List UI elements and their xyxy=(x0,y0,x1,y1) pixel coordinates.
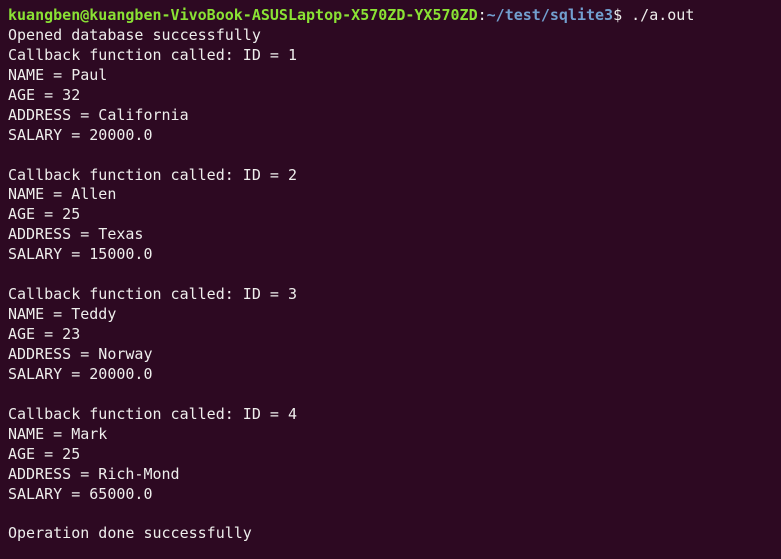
record-age: AGE = 25 xyxy=(8,205,773,225)
prompt-user-host: kuangben@kuangben-VivoBook-ASUSLaptop-X5… xyxy=(8,6,478,24)
record-header: Callback function called: ID = 1 xyxy=(8,46,773,66)
command-typed: ./a.out xyxy=(622,6,694,24)
record-name: NAME = Paul xyxy=(8,66,773,86)
blank-line xyxy=(8,504,773,524)
blank-line xyxy=(8,146,773,166)
record-address: ADDRESS = Norway xyxy=(8,345,773,365)
prompt-line: kuangben@kuangben-VivoBook-ASUSLaptop-X5… xyxy=(8,6,773,26)
blank-line xyxy=(8,265,773,285)
prompt-path: ~/test/sqlite3 xyxy=(487,6,613,24)
record-name: NAME = Mark xyxy=(8,425,773,445)
record-age: AGE = 23 xyxy=(8,325,773,345)
record-address: ADDRESS = Rich-Mond xyxy=(8,465,773,485)
record-salary: SALARY = 15000.0 xyxy=(8,245,773,265)
prompt-dollar: $ xyxy=(613,6,622,24)
record-age: AGE = 25 xyxy=(8,445,773,465)
output-done: Operation done successfully xyxy=(8,524,773,544)
blank-line xyxy=(8,385,773,405)
record-address: ADDRESS = California xyxy=(8,106,773,126)
record-age: AGE = 32 xyxy=(8,86,773,106)
prompt-colon: : xyxy=(478,6,487,24)
output-opened: Opened database successfully xyxy=(8,26,773,46)
record-header: Callback function called: ID = 3 xyxy=(8,285,773,305)
record-salary: SALARY = 65000.0 xyxy=(8,485,773,505)
record-header: Callback function called: ID = 2 xyxy=(8,166,773,186)
record-salary: SALARY = 20000.0 xyxy=(8,126,773,146)
record-salary: SALARY = 20000.0 xyxy=(8,365,773,385)
record-header: Callback function called: ID = 4 xyxy=(8,405,773,425)
record-name: NAME = Teddy xyxy=(8,305,773,325)
record-address: ADDRESS = Texas xyxy=(8,225,773,245)
record-name: NAME = Allen xyxy=(8,185,773,205)
